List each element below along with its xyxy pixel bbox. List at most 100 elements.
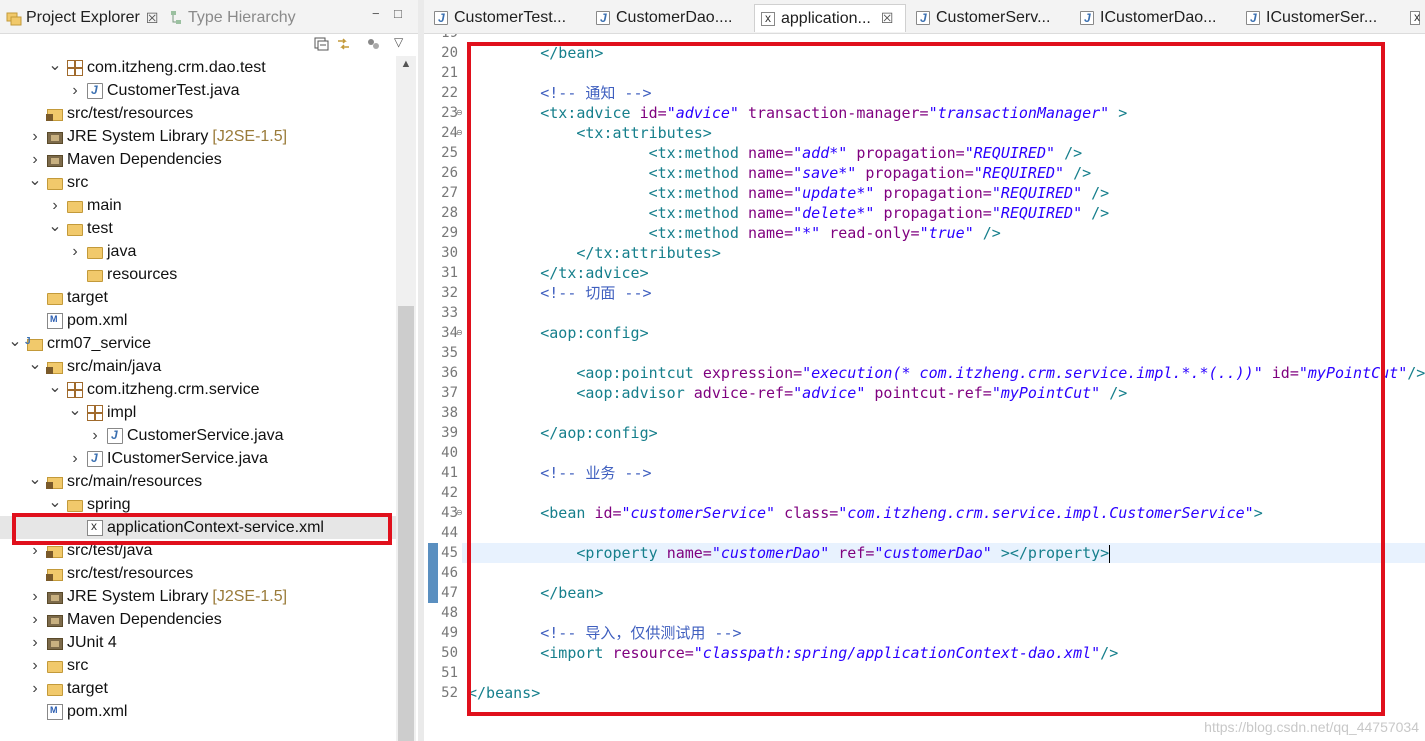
tree-item[interactable]: pom.xml (0, 700, 396, 723)
collapse-icon[interactable]: › (28, 151, 42, 168)
folder-icon (47, 660, 63, 673)
lib-icon (47, 614, 63, 627)
expand-icon[interactable]: ⌄ (48, 379, 62, 396)
editor-tab[interactable]: ICustomerDao... (1074, 4, 1236, 32)
editor-tab-label: ICustomerSer... (1266, 9, 1378, 26)
tree-item[interactable]: ⌄ impl (0, 401, 396, 424)
expand-icon[interactable]: ⌄ (28, 172, 42, 189)
minimize-button[interactable]: − (372, 6, 380, 21)
tree-item[interactable]: › main (0, 194, 396, 217)
tree-item[interactable]: ⌄ com.itzheng.crm.dao.test (0, 56, 396, 79)
tree-item[interactable]: ⌄ com.itzheng.crm.service (0, 378, 396, 401)
collapse-icon[interactable]: › (28, 611, 42, 628)
folder-icon (47, 683, 63, 696)
editor-tab[interactable]: CustomerServ... (910, 4, 1070, 32)
editor-tab[interactable]: CustomerTest... (428, 4, 586, 32)
tree-item[interactable]: ⌄ test (0, 217, 396, 240)
editor-tab[interactable]: CustomerDao.... (590, 4, 750, 32)
change-marker (428, 543, 438, 603)
tree-item[interactable]: ⌄ src/main/java (0, 355, 396, 378)
collapse-icon[interactable]: › (28, 634, 42, 651)
tree-item[interactable]: pom.xml (0, 309, 396, 332)
line-number: 26 (441, 165, 458, 181)
expand-icon[interactable]: ⌄ (68, 402, 82, 419)
tree-item[interactable]: › java (0, 240, 396, 263)
tree-item[interactable]: src/test/resources (0, 562, 396, 585)
tree-item[interactable]: › target (0, 677, 396, 700)
collapse-icon[interactable]: › (28, 542, 42, 559)
selected-file-highlight (12, 513, 392, 545)
leaf-spacer (28, 107, 42, 121)
tree-item[interactable]: src/test/resources (0, 102, 396, 125)
editor-tab[interactable]: ICustomerSer... (1240, 4, 1400, 32)
srcfolder-icon (46, 568, 63, 581)
tree-item[interactable]: › CustomerService.java (0, 424, 396, 447)
filter-icon[interactable] (366, 37, 381, 51)
tree-item[interactable]: ⌄ crm07_service (0, 332, 396, 355)
collapse-icon[interactable]: › (68, 243, 82, 260)
collapse-icon[interactable]: › (28, 680, 42, 697)
fold-icon[interactable]: ⊖ (456, 328, 463, 337)
leaf-spacer (68, 268, 82, 282)
collapse-icon[interactable]: › (68, 82, 82, 99)
close-icon[interactable]: ☒ (146, 10, 159, 27)
tab-type-hierarchy[interactable]: Type Hierarchy (168, 6, 296, 30)
tree-item[interactable]: target (0, 286, 396, 309)
collapse-icon[interactable]: › (68, 450, 82, 467)
collapse-all-icon[interactable] (314, 37, 329, 51)
tree-item[interactable]: ⌄ src (0, 171, 396, 194)
collapse-icon[interactable]: › (88, 427, 102, 444)
line-number: 21 (441, 65, 458, 81)
expand-icon[interactable]: ⌄ (8, 333, 22, 350)
tree-item-label: JRE System Library (67, 587, 209, 605)
left-tabbar: Project Explorer ☒ Type Hierarchy − □ (0, 0, 418, 34)
view-menu-icon[interactable]: ▽ (394, 35, 409, 49)
tree-item[interactable]: › Maven Dependencies (0, 148, 396, 171)
tree-item-label: ICustomerService.java (107, 449, 268, 467)
maximize-button[interactable]: □ (394, 6, 402, 21)
package-icon (67, 59, 83, 76)
tree-item[interactable]: › JRE System Library [J2SE-1.5] (0, 125, 396, 148)
collapse-icon[interactable]: › (28, 657, 42, 674)
left-scrollbar[interactable]: ▲ (396, 56, 416, 741)
expand-icon[interactable]: ⌄ (48, 57, 62, 74)
scroll-thumb[interactable] (398, 306, 414, 741)
collapse-icon[interactable]: › (28, 128, 42, 145)
expand-icon[interactable]: ⌄ (28, 356, 42, 373)
srcfolder-icon (46, 545, 63, 558)
tree-item[interactable]: › src (0, 654, 396, 677)
line-number: 49 (441, 625, 458, 641)
line-number: 30 (441, 245, 458, 261)
folder-icon (67, 223, 83, 236)
close-icon[interactable]: ☒ (881, 10, 894, 27)
pom-icon (47, 312, 63, 329)
fold-icon[interactable]: ⊖ (456, 128, 463, 137)
expand-icon[interactable]: ⌄ (48, 494, 62, 511)
expand-icon[interactable]: ⌄ (28, 471, 42, 488)
editor-tab[interactable]: c (1404, 4, 1425, 32)
tree-item[interactable]: › JRE System Library [J2SE-1.5] (0, 585, 396, 608)
tree-item[interactable]: resources (0, 263, 396, 286)
tree-item[interactable]: › CustomerTest.java (0, 79, 396, 102)
tree-item-label: Maven Dependencies (67, 150, 222, 168)
java-file-icon (596, 11, 610, 25)
collapse-icon[interactable]: › (48, 197, 62, 214)
xml-editor: CustomerTest... CustomerDao.... applicatio… (424, 0, 1425, 741)
collapse-icon[interactable]: › (28, 588, 42, 605)
tree-item[interactable]: › JUnit 4 (0, 631, 396, 654)
tree-item[interactable]: › ICustomerService.java (0, 447, 396, 470)
line-number: 37 (441, 385, 458, 401)
scroll-up-icon[interactable]: ▲ (399, 58, 413, 72)
expand-icon[interactable]: ⌄ (48, 218, 62, 235)
tree-item[interactable]: › Maven Dependencies (0, 608, 396, 631)
line-number: 22 (441, 85, 458, 101)
fold-icon[interactable]: ⊖ (456, 508, 463, 517)
link-with-editor-icon[interactable] (336, 37, 351, 51)
tree-item[interactable]: ⌄ src/main/resources (0, 470, 396, 493)
tab-project-explorer[interactable]: Project Explorer ☒ (6, 6, 158, 30)
line-number: 39 (441, 425, 458, 441)
tree-item-suffix: [J2SE-1.5] (212, 587, 288, 605)
fold-icon[interactable]: ⊖ (456, 108, 463, 117)
project-explorer-panel: Project Explorer ☒ Type Hierarchy − □ ▽ … (0, 0, 418, 741)
editor-tab[interactable]: application... ☒ (754, 4, 906, 32)
